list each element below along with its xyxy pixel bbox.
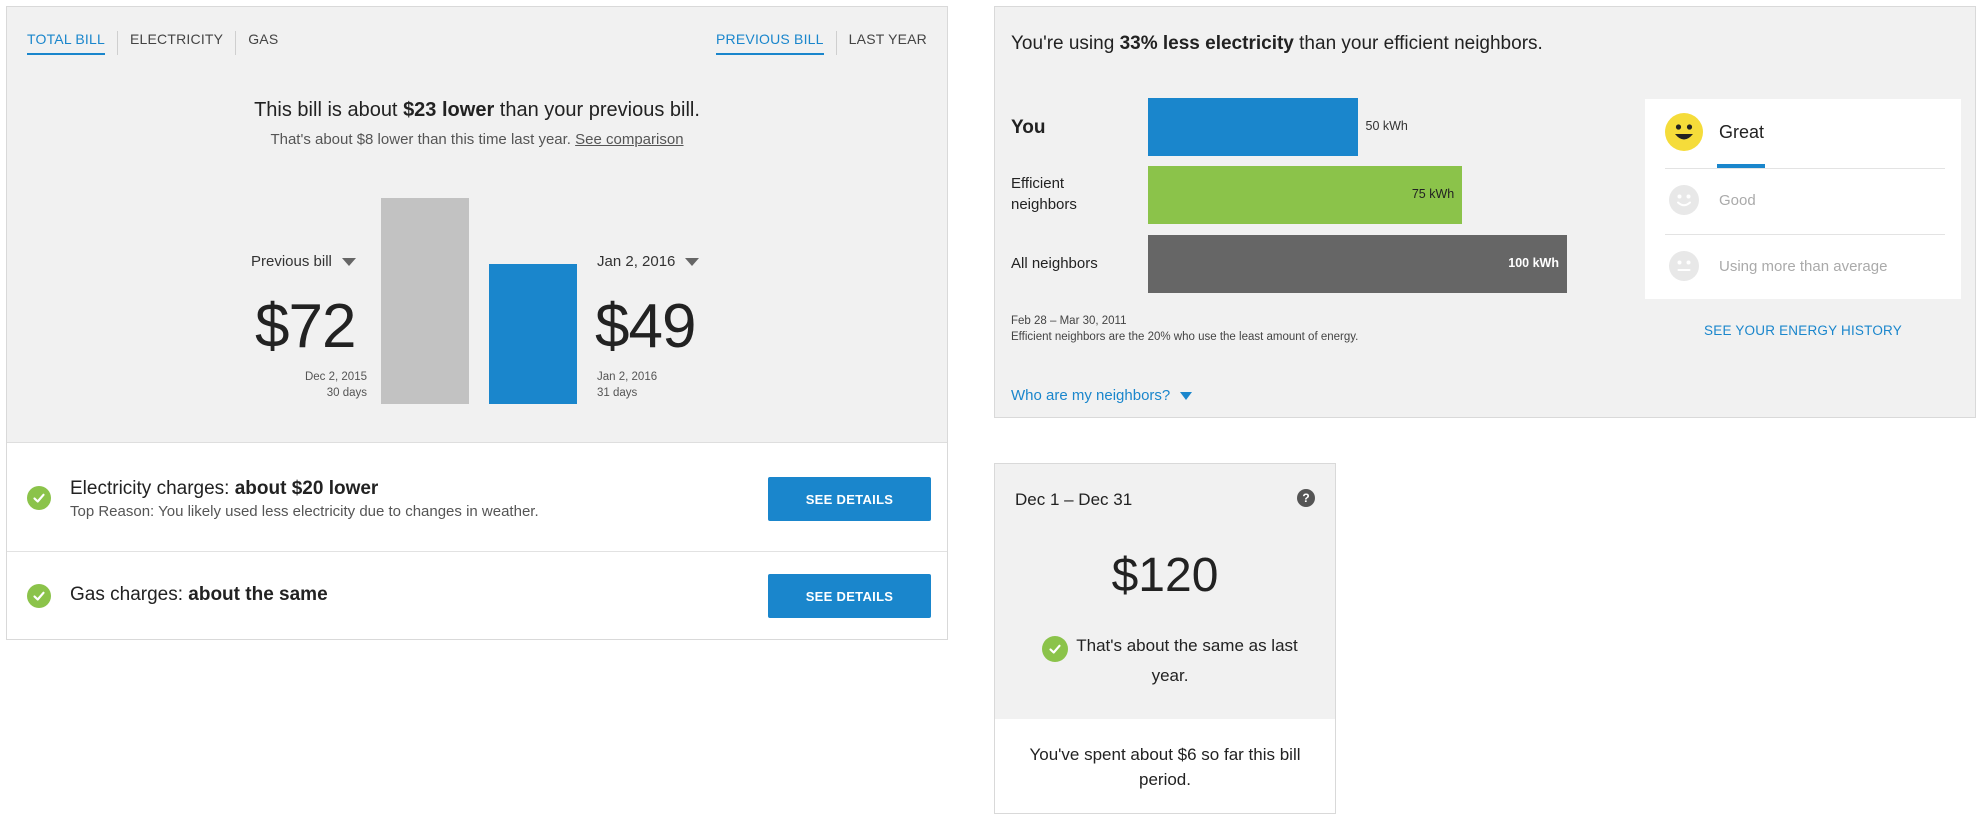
efficient-neighbors-label: Efficient neighbors (1011, 173, 1077, 215)
current-bill-period: Jan 2, 2016 31 days (597, 369, 657, 401)
spend-comparison: That's about the same as last year. (1025, 632, 1315, 690)
spend-comparison-text: That's about the same as last year. (1076, 636, 1298, 685)
help-icon[interactable]: ? (1297, 489, 1315, 507)
neighbors-headline-amount: 33% less electricity (1119, 33, 1294, 54)
you-usage-bar (1148, 98, 1358, 156)
see-comparison-link[interactable]: See comparison (575, 131, 683, 148)
smile-face-icon (1669, 185, 1699, 215)
tab-electricity[interactable]: ELECTRICITY (130, 31, 237, 55)
efficient-neighbors-usage-value: 75 kWh (1411, 187, 1455, 201)
spend-summary-card: Dec 1 – Dec 31 ? $120 That's about the s… (994, 463, 1336, 814)
chevron-down-icon (341, 257, 356, 266)
footnote-dates: Feb 28 – Mar 30, 2011 (1011, 315, 1127, 327)
previous-bill-period: Dec 2, 2015 30 days (247, 369, 367, 401)
gas-title-amount: about the same (188, 584, 328, 605)
tab-last-year[interactable]: LAST YEAR (849, 31, 927, 55)
previous-bill-date: Dec 2, 2015 (304, 371, 367, 383)
headline-amount: $23 lower (403, 99, 495, 121)
bill-headline: This bill is about $23 lower than your p… (7, 99, 947, 122)
electricity-title-amount: about $20 lower (234, 478, 379, 499)
neighbors-headline-suffix: than your efficient neighbors. (1293, 33, 1543, 54)
electricity-top-reason: Top Reason: You likely used less electri… (70, 503, 539, 520)
fuel-tabs: TOTAL BILL ELECTRICITY GAS (27, 31, 278, 55)
headline-suffix: than your previous bill. (494, 99, 700, 121)
who-link-label: Who are my neighbors? (1011, 387, 1171, 404)
rating-great-label: Great (1719, 121, 1765, 142)
tab-gas[interactable]: GAS (248, 31, 278, 55)
all-neighbors-label: All neighbors (1011, 255, 1098, 272)
rating-more-than-average-label: Using more than average (1719, 257, 1888, 275)
efficient-neighbors-label-line1: Efficient (1011, 175, 1065, 192)
chevron-down-icon (1180, 391, 1193, 400)
previous-bill-dropdown[interactable]: Previous bill (251, 253, 356, 270)
checkmark-icon (1042, 636, 1069, 662)
spend-summary-panel: Dec 1 – Dec 31 ? $120 That's about the s… (995, 464, 1335, 719)
current-bill-days: 31 days (597, 387, 638, 399)
tab-previous-bill[interactable]: PREVIOUS BILL (716, 31, 837, 55)
neighbors-headline: You're using 33% less electricity than y… (1011, 33, 1543, 55)
all-neighbors-usage-value: 100 kWh (1508, 256, 1559, 270)
current-bill-dropdown[interactable]: Jan 2, 2016 (597, 253, 700, 270)
electricity-charges-row: Electricity charges: about $20 lower Top… (7, 444, 947, 552)
subline-text: That's about $8 lower than this time las… (270, 131, 576, 148)
rating-divider (1665, 234, 1945, 235)
neutral-face-icon (1669, 251, 1699, 281)
all-neighbors-usage-bar (1148, 235, 1567, 293)
headline-prefix: This bill is about (254, 99, 404, 121)
bill-summary-panel: TOTAL BILL ELECTRICITY GAS PREVIOUS BILL… (7, 7, 947, 443)
gas-see-details-button[interactable]: SEE DETAILS (768, 574, 931, 618)
rating-good: Good (1665, 185, 1756, 215)
previous-bill-amount: $72 (255, 292, 356, 361)
electricity-see-details-button[interactable]: SEE DETAILS (768, 477, 931, 521)
spend-amount: $120 (1111, 549, 1219, 602)
you-label: You (1011, 117, 1046, 138)
checkmark-icon (27, 486, 51, 510)
neighbors-footnote: Feb 28 – Mar 30, 2011 Efficient neighbor… (1011, 313, 1358, 345)
bill-subline: That's about $8 lower than this time las… (7, 131, 947, 148)
you-usage-value: 50 kWh (1365, 119, 1408, 133)
neighbors-headline-prefix: You're using (1011, 33, 1120, 54)
electricity-charges-title: Electricity charges: about $20 lower (70, 478, 378, 500)
gas-charges-title: Gas charges: about the same (70, 584, 328, 606)
tab-total-bill[interactable]: TOTAL BILL (27, 31, 118, 55)
footnote-text: Efficient neighbors are the 20% who use … (1011, 331, 1359, 343)
previous-bill-days: 30 days (326, 387, 367, 399)
smiley-face-icon (1665, 113, 1703, 151)
see-energy-history-link[interactable]: SEE YOUR ENERGY HISTORY (1645, 323, 1961, 338)
neighbors-comparison-card: You're using 33% less electricity than y… (994, 6, 1976, 418)
rating-more-than-average: Using more than average (1665, 251, 1887, 281)
chevron-down-icon (685, 257, 700, 266)
rating-good-label: Good (1719, 191, 1756, 209)
current-bill-date: Jan 2, 2016 (597, 371, 658, 383)
comparison-tabs: PREVIOUS BILL LAST YEAR (716, 31, 927, 55)
gas-charges-row: Gas charges: about the same SEE DETAILS (7, 553, 947, 639)
electricity-title-prefix: Electricity charges: (70, 478, 235, 499)
rating-divider (1665, 168, 1945, 169)
current-bill-label: Jan 2, 2016 (597, 253, 676, 270)
previous-bill-bar (381, 198, 469, 404)
rating-great: Great (1665, 113, 1764, 151)
current-bill-bar (489, 263, 577, 404)
bill-comparison-card: TOTAL BILL ELECTRICITY GAS PREVIOUS BILL… (6, 6, 948, 640)
checkmark-icon (27, 584, 51, 608)
gas-title-prefix: Gas charges: (70, 584, 189, 605)
current-bill-amount: $49 (595, 292, 696, 361)
efficiency-rating-panel: Great Good Using more than average (1645, 99, 1961, 299)
efficient-neighbors-label-line2: neighbors (1011, 196, 1077, 213)
bill-period-label: Dec 1 – Dec 31 (1015, 490, 1133, 509)
spent-so-far-text: You've spent about $6 so far this bill p… (1029, 745, 1301, 789)
previous-bill-label: Previous bill (251, 253, 332, 270)
who-are-my-neighbors-link[interactable]: Who are my neighbors? (1011, 387, 1193, 404)
